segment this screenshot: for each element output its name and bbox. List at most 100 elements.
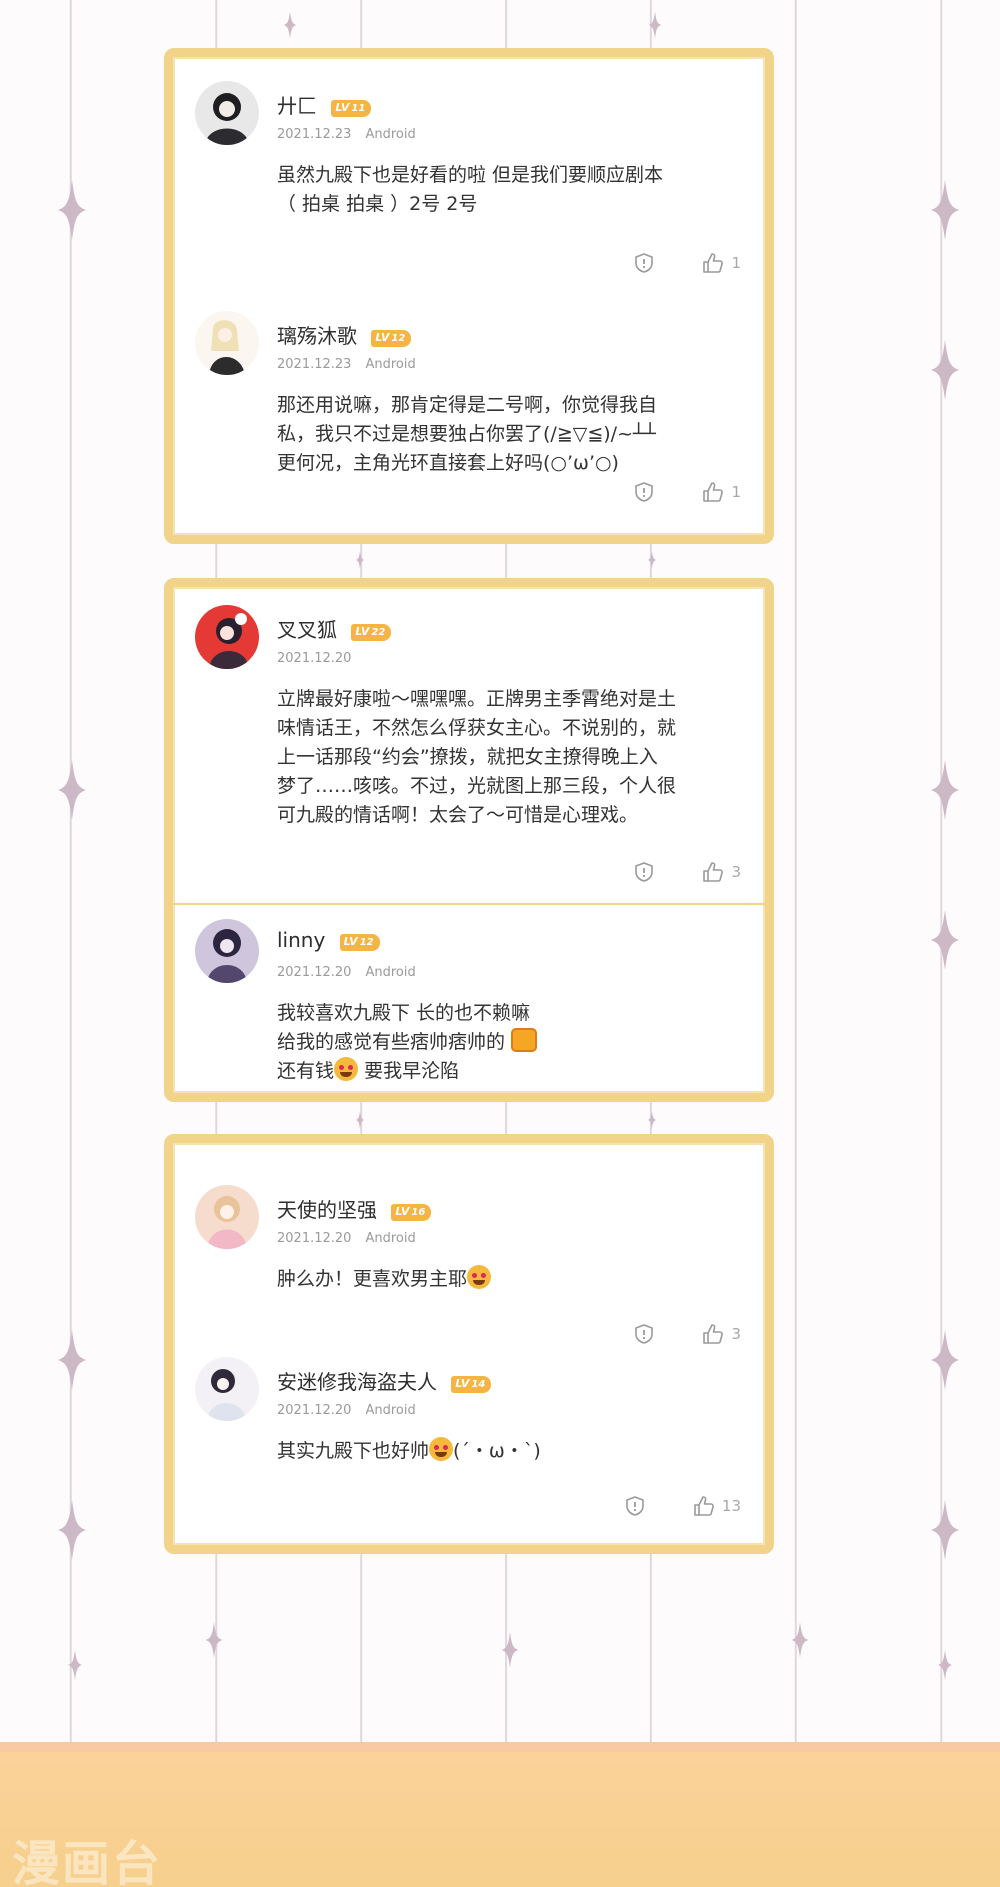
sticker-icon [511, 1028, 538, 1052]
comment-line-text: 肿么办！更喜欢男主耶 [277, 1268, 468, 1290]
report-button[interactable] [633, 481, 655, 503]
like-button[interactable]: 3 [701, 1323, 741, 1345]
comment-date: 2021.12.23 [277, 127, 352, 142]
avatar[interactable] [195, 81, 259, 145]
avatar[interactable] [195, 1185, 259, 1249]
level-badge: LV 16 [391, 1204, 432, 1221]
watermark-logo: 漫画台 [12, 1836, 163, 1887]
thumbs-up-icon [703, 482, 724, 502]
username[interactable]: 安迷修我海盗夫人 LV 14 [277, 1366, 492, 1395]
level-value: 12 [359, 937, 374, 948]
like-button[interactable]: 1 [701, 481, 741, 503]
thumbs-up-icon [703, 862, 724, 882]
report-icon [626, 1496, 644, 1516]
comment-line-text: 要我早沦陷 [364, 1060, 460, 1082]
comment-date: 2021.12.20 [277, 1231, 352, 1246]
comment-line-text: (´・ω・`) [453, 1440, 541, 1462]
heart-eyes-emoji-icon [429, 1437, 454, 1461]
comment-body: 立牌最好康啦～嘿嘿嘿。正牌男主季霄绝对是土 味情话王，不然怎么俘获女主心。不说别… [277, 685, 757, 830]
comment-line: 还有钱 要我早沦陷 [277, 1057, 757, 1086]
heart-eyes-emoji-icon [467, 1265, 492, 1289]
username-text: 璃殇沐歌 [277, 324, 357, 348]
username-text: 叉叉狐 [277, 618, 337, 642]
comment-line: 可九殿的情话啊！太会了～可惜是心理戏。 [277, 804, 639, 826]
username[interactable]: 叉叉狐 LV 22 [277, 614, 392, 643]
report-icon [635, 253, 654, 273]
report-button[interactable] [633, 861, 655, 883]
level-value: 22 [371, 627, 386, 638]
avatar[interactable] [195, 311, 259, 375]
like-button[interactable]: 3 [701, 861, 741, 883]
level-badge: LV 11 [331, 100, 372, 117]
level-prefix: LV [335, 101, 350, 114]
like-count: 13 [721, 1497, 741, 1515]
username[interactable]: linny LV 12 [277, 928, 380, 952]
comment-line-text: 其实九殿下也好帅 [277, 1440, 430, 1462]
username[interactable]: 天使的坚强 LV 16 [277, 1194, 432, 1223]
comment-device: Android [365, 1231, 416, 1246]
comment-meta: 2021.12.23 Android [277, 127, 416, 142]
comment-body: 那还用说嘛，那肯定得是二号啊，你觉得我自 私，我只不过是想要独占你罢了(/≧▽≦… [277, 391, 757, 478]
avatar[interactable] [195, 605, 259, 669]
comment-meta: 2021.12.20 Android [277, 1231, 416, 1246]
comment-line: 味情话王，不然怎么俘获女主心。不说别的，就 [277, 717, 677, 739]
username-text: 天使的坚强 [277, 1198, 377, 1222]
comment-card: 天使的坚强 LV 16 2021.12.20 Android 肿么办！更喜欢男主耶 … [164, 1134, 774, 1554]
username[interactable]: 廾匚 LV 11 [277, 90, 372, 119]
comment-meta: 2021.12.23 Android [277, 357, 416, 372]
comment-meta: 2021.12.20 Android [277, 965, 416, 980]
comment-line-text: 给我的感觉有些痞帅痞帅的 [277, 1031, 506, 1053]
comment-date: 2021.12.20 [277, 965, 352, 980]
username-text: linny [277, 928, 326, 952]
comment-line: 更何况，主角光环直接套上好吗(○’ω’○) [277, 452, 619, 474]
level-value: 11 [351, 103, 366, 114]
like-count: 1 [731, 483, 741, 501]
comment-actions: 3 [633, 861, 741, 883]
avatar[interactable] [195, 919, 259, 983]
report-button[interactable] [633, 1323, 655, 1345]
username[interactable]: 璃殇沐歌 LV 12 [277, 320, 412, 349]
thumbs-up-icon [703, 253, 724, 273]
like-count: 3 [731, 1325, 741, 1343]
level-badge: LV 14 [451, 1376, 492, 1393]
comment-date: 2021.12.20 [277, 651, 352, 666]
comment-device: Android [365, 357, 416, 372]
like-button[interactable]: 13 [692, 1495, 741, 1517]
like-count: 3 [731, 863, 741, 881]
comment-line: 那还用说嘛，那肯定得是二号啊，你觉得我自 [277, 394, 658, 416]
like-button[interactable]: 1 [701, 252, 741, 274]
report-icon [635, 482, 654, 502]
comment-line: 肿么办！更喜欢男主耶 [277, 1265, 757, 1294]
comment-line: 虽然九殿下也是好看的啦 但是我们要顺应剧本 [277, 164, 664, 186]
comment-card: 廾匚 LV 11 2021.12.23 Android 虽然九殿下也是好看的啦 但是… [164, 48, 774, 544]
level-prefix: LV [355, 625, 370, 638]
report-icon [635, 1324, 654, 1344]
comment-line: 给我的感觉有些痞帅痞帅的 [277, 1028, 757, 1057]
level-prefix: LV [375, 331, 390, 344]
comment-line: （ 拍桌 拍桌 ）2号 2号 [277, 193, 478, 215]
comment-line: 其实九殿下也好帅 (´・ω・`) [277, 1437, 757, 1466]
username-text: 安迷修我海盗夫人 [277, 1370, 437, 1394]
level-prefix: LV [455, 1377, 470, 1390]
avatar[interactable] [195, 1357, 259, 1421]
username-text: 廾匚 [277, 94, 317, 118]
comment-actions: 1 [633, 252, 741, 274]
thumbs-up-icon [703, 1324, 724, 1344]
drooling-emoji-icon [334, 1057, 359, 1081]
comment-actions: 3 [633, 1323, 741, 1345]
report-button[interactable] [624, 1495, 646, 1517]
level-badge: LV 12 [339, 934, 380, 951]
comment-body: 肿么办！更喜欢男主耶 [277, 1265, 757, 1294]
level-badge: LV 12 [371, 330, 412, 347]
comment-date: 2021.12.20 [277, 1403, 352, 1418]
comment-card: 叉叉狐 LV 22 2021.12.20 立牌最好康啦～嘿嘿嘿。正牌男主季霄绝对是… [164, 578, 774, 1102]
band-edge [0, 1742, 1000, 1752]
comment-device: Android [365, 1403, 416, 1418]
comment-line: 上一话那段“约会”撩拨，就把女主撩得晚上入 [277, 746, 658, 768]
comment-line: 立牌最好康啦～嘿嘿嘿。正牌男主季霄绝对是土 [277, 688, 677, 710]
comment-date: 2021.12.23 [277, 357, 352, 372]
level-prefix: LV [343, 935, 358, 948]
comment-actions: 13 [624, 1495, 741, 1517]
comment-line: 梦了……咳咳。不过，光就图上那三段，个人很 [277, 775, 677, 797]
report-button[interactable] [633, 252, 655, 274]
